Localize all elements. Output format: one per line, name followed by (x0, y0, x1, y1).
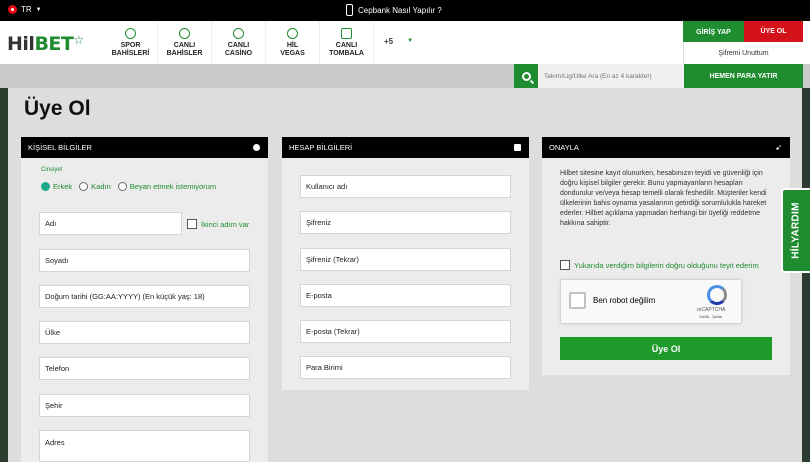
currency-select[interactable]: Para Birimi (300, 356, 511, 379)
live-clock-icon (179, 27, 190, 39)
hilbet-logo[interactable]: HilBET☆ (7, 33, 84, 55)
nav-more-dropdown[interactable]: +5 ▼ (384, 37, 413, 46)
gender-label: Cinsiyet (41, 167, 63, 173)
lock-icon (514, 144, 521, 151)
turkey-flag-icon (8, 5, 17, 14)
paper-plane-icon: ➹ (775, 143, 782, 152)
nav-live-betting[interactable]: CANLI BAHİSLER (158, 21, 212, 64)
panel-title: HESAP BİLGİLERİ (289, 143, 353, 152)
gender-radio-group: Erkek Kadın Beyan etmek istemiyorum (41, 182, 216, 191)
gender-undisclosed-radio[interactable]: Beyan etmek istemiyorum (117, 182, 217, 191)
recaptcha-checkbox[interactable] (569, 292, 586, 309)
nav-label: HİL (286, 41, 299, 49)
forgot-password-link[interactable]: Şifremi Unuttum (683, 42, 803, 64)
help-tab[interactable]: HİLYARDIM (781, 188, 810, 273)
recaptcha-widget: Ben robot değilim reCAPTCHA Gizlilik - Ş… (560, 279, 742, 324)
page-title: Üye Ol (24, 97, 91, 120)
checkbox-icon (560, 260, 570, 270)
email-field[interactable]: E-posta (300, 284, 511, 307)
radio-label: Kadın (91, 182, 111, 191)
nav-label: CANLI (335, 41, 358, 49)
password-field[interactable]: Şifreniz (300, 211, 511, 234)
radio-icon (117, 182, 127, 191)
nav-hil-vegas[interactable]: HİL VEGAS (266, 21, 320, 64)
tombala-grid-icon (341, 27, 352, 39)
search-button[interactable] (514, 64, 538, 88)
logo-star-icon: ☆ (73, 33, 84, 47)
search-input[interactable] (538, 64, 684, 88)
logo-bet: BET (34, 33, 74, 55)
language-selector[interactable]: TR ▼ (8, 5, 42, 14)
search-strip: HEMEN PARA YATIR (0, 64, 810, 88)
panel-title: KİŞİSEL BİLGİLER (28, 143, 92, 152)
radio-label: Erkek (53, 182, 73, 191)
nav-label: CASİNO (224, 49, 253, 57)
radio-icon (79, 182, 89, 191)
casino-chip-icon (233, 27, 244, 39)
address-field[interactable]: Adres (39, 430, 250, 462)
background-right (802, 88, 810, 462)
email-repeat-field[interactable]: E-posta (Tekrar) (300, 320, 511, 343)
country-field[interactable]: Ülke (39, 321, 250, 344)
city-field[interactable]: Şehir (39, 394, 250, 417)
nav-more-label: +5 (384, 37, 394, 46)
cepbank-label: Cepbank Nasıl Yapılır ? (358, 5, 442, 15)
phone-field[interactable]: Telefon (39, 357, 250, 380)
chevron-down-icon: ▼ (407, 38, 414, 44)
main-header: HilBET☆ SPOR BAHİSLERİ CANLI BAHİSLER CA… (0, 21, 810, 64)
gender-male-radio[interactable]: Erkek (41, 182, 72, 191)
nav-label: TOMBALA (329, 49, 364, 57)
password-repeat-field[interactable]: Şifreniz (Tekrar) (300, 248, 511, 271)
radio-selected-icon (41, 182, 50, 191)
nav-label: BAHİSLERİ (111, 49, 150, 57)
language-label: TR (21, 5, 32, 14)
recaptcha-links[interactable]: Gizlilik - Şartlar (699, 315, 723, 319)
panel-header: ONAYLA ➹ (542, 137, 790, 158)
recaptcha-label: Ben robot değilim (593, 296, 656, 305)
user-icon (253, 144, 260, 151)
nav-live-tombala[interactable]: CANLI TOMBALA (320, 21, 374, 64)
submit-register-button[interactable]: Üye Ol (560, 337, 772, 360)
checkbox-icon (187, 219, 197, 229)
register-button[interactable]: ÜYE OL (744, 21, 803, 42)
panel-title: ONAYLA (549, 143, 579, 152)
verify-info-checkbox[interactable]: Yukarıda verdiğim bilgilerin doğru olduğ… (560, 260, 759, 270)
chevron-down-icon: ▼ (35, 6, 42, 13)
gender-female-radio[interactable]: Kadın (79, 182, 111, 191)
first-name-field[interactable]: Adı (39, 212, 182, 235)
nav-live-casino[interactable]: CANLI CASİNO (212, 21, 266, 64)
username-field[interactable]: Kullanıcı adı (300, 175, 511, 198)
logo-hi: Hil (7, 33, 35, 55)
deposit-button[interactable]: HEMEN PARA YATIR (684, 64, 803, 88)
background-left (0, 88, 8, 462)
surname-field[interactable]: Soyadı (39, 249, 250, 272)
checkbox-label: İkinci adım var (201, 219, 250, 229)
search-icon (521, 71, 531, 81)
birthdate-field[interactable]: Doğum tarihi (GG:AA:YYYY) (En küçük yaş:… (39, 285, 250, 308)
slot-icon (287, 27, 298, 39)
registration-info-text: Hilbet sitesine kayıt olunurken, hesabın… (560, 170, 767, 227)
recaptcha-brand: reCAPTCHA (697, 307, 726, 313)
main-nav: SPOR BAHİSLERİ CANLI BAHİSLER CANLI CASİ… (104, 21, 374, 64)
nav-label: CANLI (173, 41, 196, 49)
nav-sports-betting[interactable]: SPOR BAHİSLERİ (104, 21, 158, 64)
nav-label: CANLI (227, 41, 250, 49)
soccer-ball-icon (125, 27, 136, 39)
nav-label: BAHİSLER (166, 49, 203, 57)
radio-label: Beyan etmek istemiyorum (129, 182, 217, 191)
second-name-checkbox[interactable]: İkinci adım var (187, 219, 249, 229)
panel-header: HESAP BİLGİLERİ (282, 137, 529, 158)
checkbox-label: Yukarıda verdiğim bilgilerin doğru olduğ… (574, 260, 759, 270)
help-tab-label: HİLYARDIM (791, 202, 803, 259)
panel-header: KİŞİSEL BİLGİLER (21, 137, 268, 158)
cepbank-link[interactable]: Cepbank Nasıl Yapılır ? (346, 4, 442, 16)
top-bar: TR ▼ Cepbank Nasıl Yapılır ? (0, 0, 810, 21)
login-button[interactable]: GİRİŞ YAP (683, 21, 744, 42)
phone-icon (346, 4, 353, 16)
nav-label: SPOR (120, 41, 141, 49)
nav-label: VEGAS (280, 49, 305, 57)
recaptcha-logo-icon (707, 285, 727, 305)
